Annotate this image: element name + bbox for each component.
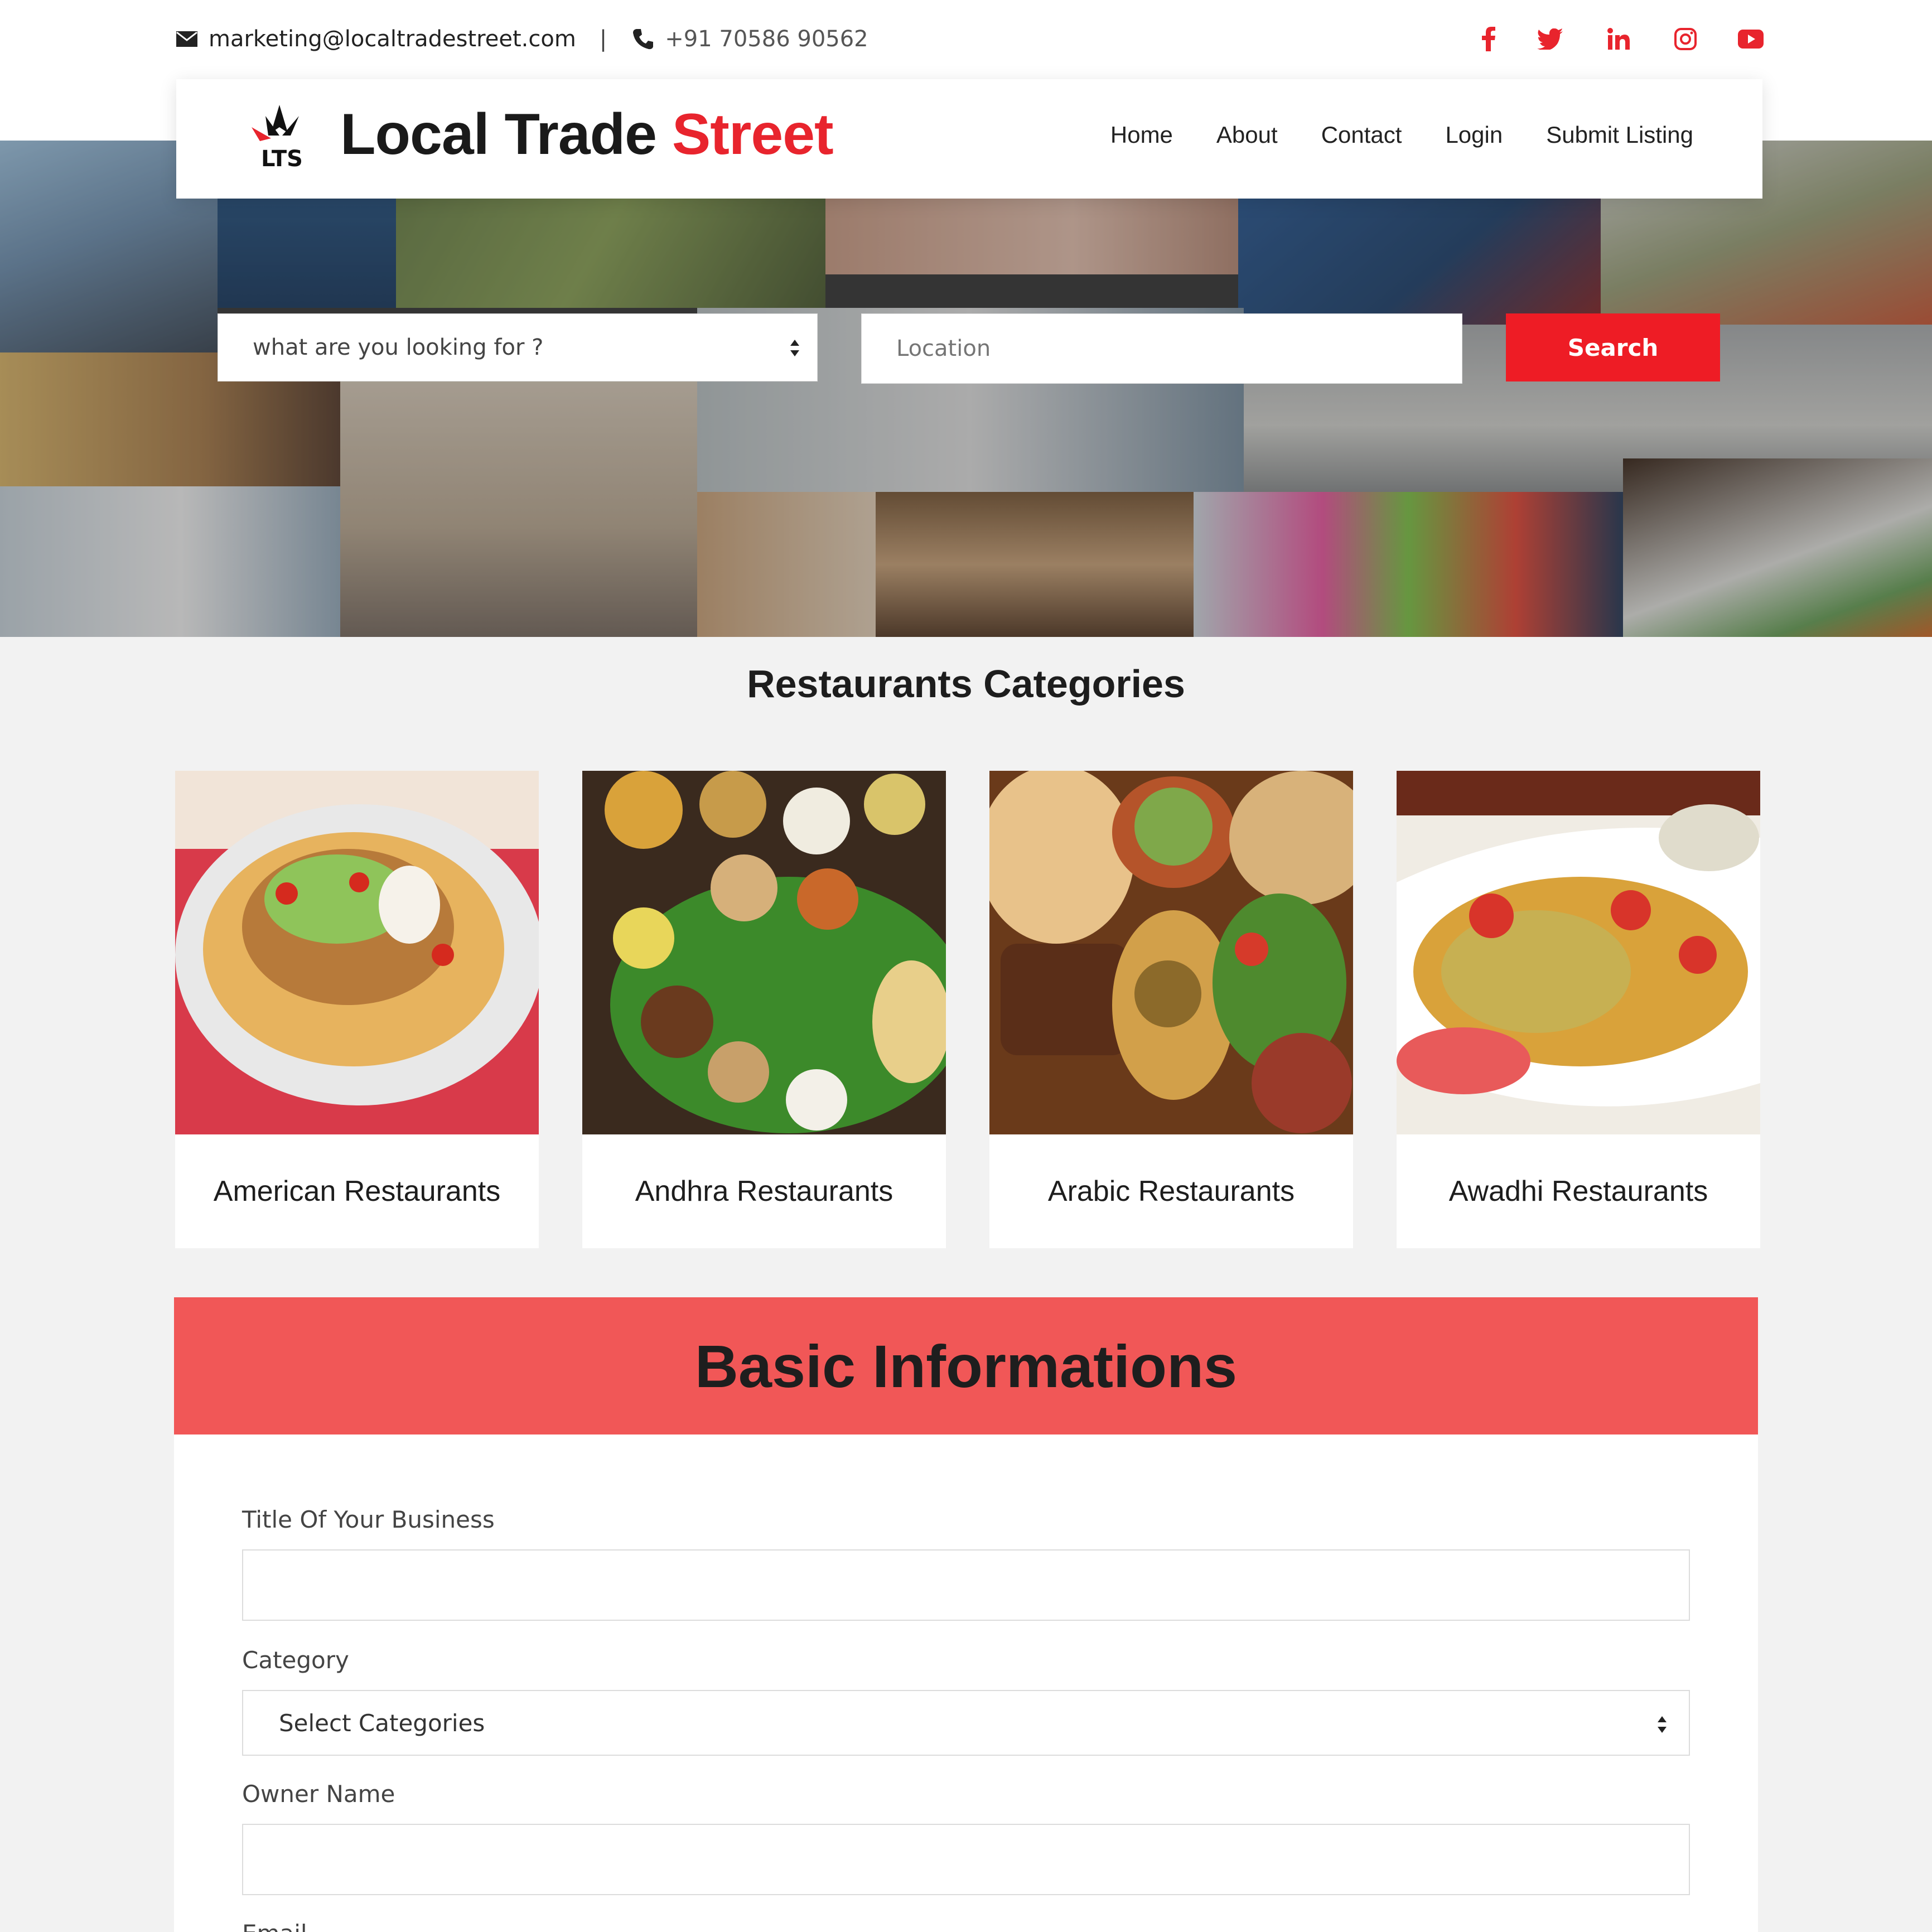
select-arrows-icon	[1656, 1713, 1668, 1735]
category-label: Arabic Restaurants	[1047, 1175, 1295, 1208]
instagram-icon[interactable]	[1630, 21, 1697, 57]
form-title: Basic Informations	[694, 1332, 1238, 1400]
category-select[interactable]: Select Categories	[242, 1690, 1690, 1756]
nav-home[interactable]: Home	[1110, 122, 1173, 148]
lts-logo-icon[interactable]: LTS	[249, 105, 310, 172]
hero-collage	[0, 141, 1932, 637]
category-image-arabic	[989, 771, 1353, 1134]
linkedin-icon[interactable]	[1563, 21, 1630, 57]
brand-title-accent: Street	[672, 102, 834, 167]
search-button[interactable]: Search	[1506, 313, 1720, 381]
what-select-value: what are you looking for ?	[253, 335, 544, 360]
form-title-banner: Basic Informations	[174, 1297, 1758, 1434]
select-arrows-icon	[789, 337, 800, 359]
category-label: Awadhi Restaurants	[1448, 1175, 1708, 1208]
category-card-andhra[interactable]: Andhra Restaurants	[582, 771, 946, 1248]
hero-overlay	[0, 141, 1932, 637]
nav-submit-listing[interactable]: Submit Listing	[1546, 122, 1693, 148]
category-select-value: Select Categories	[279, 1709, 485, 1737]
business-title-input[interactable]	[242, 1549, 1690, 1621]
business-title-label: Title Of Your Business	[242, 1506, 495, 1533]
what-select[interactable]: what are you looking for ?	[218, 313, 818, 381]
category-card-awadhi[interactable]: Awadhi Restaurants	[1397, 771, 1760, 1248]
facebook-icon[interactable]	[1429, 21, 1496, 57]
category-card-arabic[interactable]: Arabic Restaurants	[989, 771, 1353, 1248]
owner-name-label: Owner Name	[242, 1780, 395, 1808]
phone-icon	[630, 26, 656, 52]
social-links	[1429, 21, 1764, 57]
main-nav: Home About Contact Login Submit Listing	[1110, 122, 1693, 148]
site-header: LTS Local Trade Street Home About Contac…	[176, 79, 1762, 199]
brand-title-primary: Local Trade	[340, 102, 672, 167]
category-image-american	[175, 771, 539, 1134]
category-card-american[interactable]: American Restaurants	[175, 771, 539, 1248]
twitter-icon[interactable]	[1496, 21, 1563, 57]
category-label: American Restaurants	[213, 1175, 501, 1208]
envelope-icon	[174, 26, 200, 52]
nav-contact[interactable]: Contact	[1321, 122, 1402, 148]
location-input[interactable]	[861, 313, 1462, 384]
contact-info: marketing@localtradestreet.com | +91 705…	[174, 22, 868, 56]
owner-name-input[interactable]	[242, 1824, 1690, 1895]
nav-login[interactable]: Login	[1445, 122, 1503, 148]
contact-separator: |	[599, 26, 607, 52]
logo-text: LTS	[261, 146, 303, 172]
category-image-awadhi	[1397, 771, 1760, 1134]
category-label: Category	[242, 1646, 349, 1674]
youtube-icon[interactable]	[1697, 21, 1764, 57]
listing-form: Title Of Your Business Category Select C…	[174, 1434, 1758, 1932]
categories-title: Restaurants Categories	[747, 662, 1185, 706]
category-image-andhra	[582, 771, 946, 1134]
category-label: Andhra Restaurants	[635, 1175, 893, 1208]
brand-title[interactable]: Local Trade Street	[340, 102, 834, 168]
nav-about[interactable]: About	[1216, 122, 1278, 148]
contact-phone-link[interactable]: +91 70586 90562	[665, 26, 868, 52]
email-label: Email	[242, 1920, 307, 1932]
contact-email-link[interactable]: marketing@localtradestreet.com	[209, 26, 576, 52]
